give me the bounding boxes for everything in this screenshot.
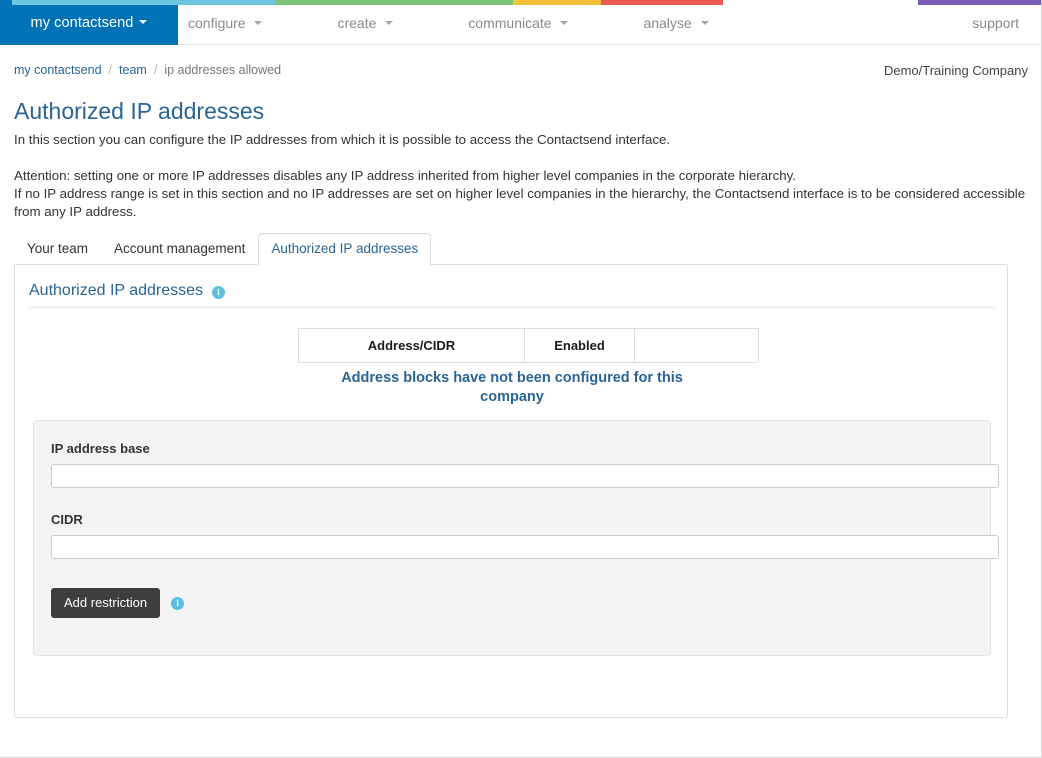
form-actions: Add restriction i xyxy=(51,588,973,618)
breadcrumb-item-current: ip addresses allowed xyxy=(164,63,282,77)
breadcrumb: my contactsend / team / ip addresses all… xyxy=(14,63,281,77)
breadcrumb-separator: / xyxy=(153,63,158,77)
cidr-label: CIDR xyxy=(51,512,83,527)
ip-address-table-head: Address/CIDR Enabled xyxy=(298,328,759,363)
intro-paragraph-1: In this section you can configure the IP… xyxy=(14,132,671,147)
top-color-strip xyxy=(0,0,1041,5)
color-strip-segment-6 xyxy=(918,0,1041,5)
info-icon[interactable]: i xyxy=(171,596,185,610)
column-header-enabled: Enabled xyxy=(524,328,635,363)
nav-item-analyse-label: analyse xyxy=(643,14,692,31)
navbar-right-items: support xyxy=(962,0,1041,45)
chevron-down-icon xyxy=(560,20,569,25)
form-field-spacer xyxy=(51,488,973,512)
nav-item-create-label: create xyxy=(337,14,377,31)
chevron-down-icon xyxy=(700,20,709,25)
breadcrumb-row: my contactsend / team / ip addresses all… xyxy=(0,60,1041,80)
breadcrumb-separator: / xyxy=(108,63,113,77)
nav-item-analyse[interactable]: analyse xyxy=(633,15,718,31)
tab-account-management[interactable]: Account management xyxy=(101,233,258,266)
panel-title: Authorized IP addresses xyxy=(29,282,204,299)
nav-item-support-label: support xyxy=(972,14,1019,31)
ip-address-base-label: IP address base xyxy=(51,441,150,456)
tab-authorized-ip-addresses[interactable]: Authorized IP addresses xyxy=(258,233,432,266)
chevron-down-icon xyxy=(385,20,394,25)
color-strip-segment-1 xyxy=(12,0,275,5)
page-title: Authorized IP addresses xyxy=(14,98,265,124)
table-header-row: Address/CIDR Enabled xyxy=(298,328,759,363)
empty-state-line-1: Address blocks have not been configured … xyxy=(341,370,683,386)
nav-item-configure-label: configure xyxy=(188,14,246,31)
color-strip-segment-0 xyxy=(0,0,12,5)
info-icon[interactable]: i xyxy=(212,285,226,299)
intro-paragraph-2-line-2: If no IP address range is set in this se… xyxy=(14,186,1026,219)
panel-header-divider xyxy=(29,307,995,308)
nav-item-communicate-label: communicate xyxy=(468,14,552,31)
authorized-ip-panel: Authorized IP addresses i Address/CIDR E… xyxy=(14,264,1008,718)
color-strip-segment-4 xyxy=(601,0,723,5)
panel-header: Authorized IP addresses i xyxy=(29,282,226,300)
company-name: Demo/Training Company xyxy=(883,62,1028,78)
color-strip-segment-3 xyxy=(513,0,601,5)
column-header-address-cidr: Address/CIDR xyxy=(298,328,525,363)
nav-item-create[interactable]: create xyxy=(327,15,403,31)
navbar-items: configure create communicate analyse xyxy=(178,0,719,45)
color-strip-segment-2 xyxy=(275,0,513,5)
cidr-input[interactable] xyxy=(51,535,999,559)
empty-state-line-2: company xyxy=(480,389,544,405)
chevron-down-icon xyxy=(254,20,263,25)
brand-label: my contactsend xyxy=(30,14,134,31)
ip-address-table: Address/CIDR Enabled xyxy=(298,328,759,363)
tab-your-team-label: Your team xyxy=(27,241,89,256)
nav-item-configure[interactable]: configure xyxy=(178,15,272,31)
nav-item-support[interactable]: support xyxy=(962,15,1029,31)
tab-authorized-ip-addresses-label: Authorized IP addresses xyxy=(271,241,419,256)
main-navbar: my contactsend configure create communic… xyxy=(0,0,1041,45)
tab-your-team[interactable]: Your team xyxy=(14,233,101,266)
nav-item-communicate[interactable]: communicate xyxy=(458,15,578,31)
brand-my-contactsend[interactable]: my contactsend xyxy=(0,0,178,45)
intro-spacer xyxy=(14,149,1026,167)
tab-account-management-label: Account management xyxy=(114,241,246,256)
intro-paragraph-2-line-1: Attention: setting one or more IP addres… xyxy=(14,168,796,183)
intro-text: In this section you can configure the IP… xyxy=(14,131,1026,221)
chevron-down-icon xyxy=(139,19,148,24)
add-restriction-form: IP address base CIDR Add restriction i xyxy=(33,420,999,656)
breadcrumb-item-my-contactsend[interactable]: my contactsend xyxy=(14,63,102,77)
color-strip-segment-5 xyxy=(723,0,918,5)
breadcrumb-item-team[interactable]: team xyxy=(119,63,147,77)
column-header-actions xyxy=(634,328,759,363)
add-restriction-button[interactable]: Add restriction xyxy=(51,588,161,618)
empty-state-message: Address blocks have not been configured … xyxy=(29,369,995,407)
application-page: my contactsend configure create communic… xyxy=(0,0,1042,758)
tab-bar: Your team Account management Authorized … xyxy=(14,233,1014,266)
ip-address-base-input[interactable] xyxy=(51,464,999,488)
